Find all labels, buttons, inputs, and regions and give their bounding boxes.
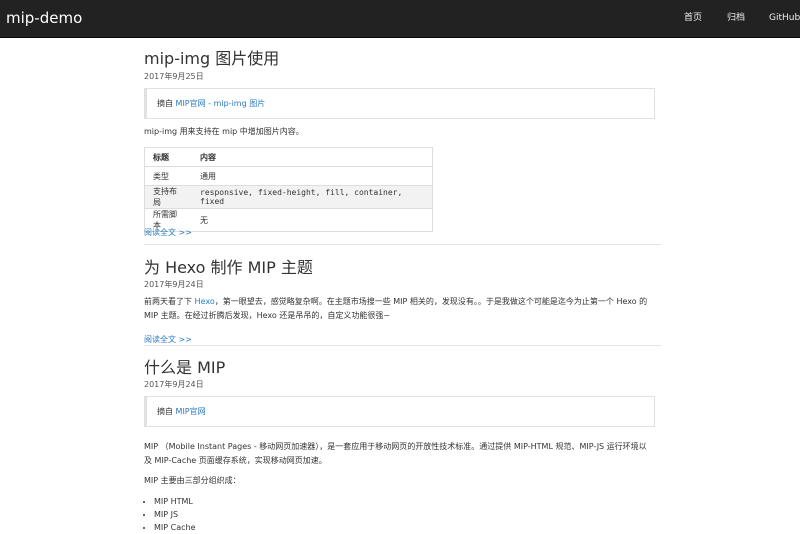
- post-title[interactable]: 什么是 MIP: [144, 358, 225, 378]
- post-description: mip-img 用来支持在 mip 中增加图片内容。: [144, 127, 304, 136]
- table-cell: 类型: [144, 166, 193, 186]
- post-title[interactable]: 为 Hexo 制作 MIP 主题: [144, 258, 313, 278]
- info-table: 标题 内容 类型 通用 支持布局 responsive, fixed-heigh…: [144, 147, 433, 232]
- post-title[interactable]: mip-img 图片使用: [144, 49, 279, 69]
- post-list: mip-img 图片使用 2017年9月25日 摘自 MIP官网 - mip-i…: [144, 38, 661, 534]
- nav-link-archive[interactable]: 归档: [727, 12, 745, 24]
- list-item: MIP Cache: [154, 521, 196, 534]
- table-cell: 通用: [192, 166, 433, 186]
- quote-link[interactable]: MIP官网: [176, 407, 206, 416]
- post-item: 什么是 MIP 2017年9月24日 摘自 MIP官网 MIP （Mobile …: [144, 346, 661, 534]
- table-header-cell: 标题: [153, 152, 169, 162]
- blockquote: 摘自 MIP官网 - mip-img 图片: [144, 88, 655, 119]
- table-row: 类型 通用: [144, 166, 433, 186]
- nav-link-home[interactable]: 首页: [684, 12, 702, 24]
- navbar: mip-demo 首页 归档 GitHub: [0, 0, 800, 38]
- table-cell-code: responsive, fixed-height, fill, containe…: [192, 185, 433, 209]
- table-header-cell: 内容: [200, 152, 217, 162]
- component-list: MIP HTML MIP JS MIP Cache: [144, 495, 196, 534]
- read-more-link[interactable]: 阅读全文 >>: [144, 227, 192, 239]
- post-date: 2017年9月25日: [144, 72, 204, 81]
- table-header-row: 标题 内容: [145, 148, 433, 167]
- hexo-link[interactable]: Hexo: [195, 297, 215, 306]
- quote-prefix: 摘自: [157, 99, 176, 108]
- post-item: mip-img 图片使用 2017年9月25日 摘自 MIP官网 - mip-i…: [144, 38, 661, 245]
- quote-prefix: 摘自: [157, 407, 176, 416]
- quote-link[interactable]: MIP官网 - mip-img 图片: [176, 99, 266, 108]
- brand-link[interactable]: mip-demo: [6, 9, 82, 27]
- excerpt-text: ，第一眼望去，感觉略复杂啊。在主题市场搜一些 MIP 相关的，发现没有。。于是我…: [144, 297, 648, 320]
- nav-link-github[interactable]: GitHub: [769, 12, 800, 24]
- post-paragraph: MIP 主要由三部分组织成：: [144, 476, 241, 485]
- post-paragraph: MIP （Mobile Instant Pages - 移动网页加速器），是一套…: [144, 442, 647, 465]
- table-cell: 支持布局: [144, 185, 193, 209]
- list-item: MIP HTML: [154, 495, 196, 508]
- post-excerpt: 前两天看了下 Hexo，第一眼望去，感觉略复杂啊。在主题市场搜一些 MIP 相关…: [144, 295, 654, 323]
- post-date: 2017年9月24日: [144, 380, 204, 389]
- read-more-link[interactable]: 阅读全文 >>: [144, 334, 192, 346]
- blockquote: 摘自 MIP官网: [144, 396, 655, 427]
- post-item: 为 Hexo 制作 MIP 主题 2017年9月24日 前两天看了下 Hexo，…: [144, 245, 661, 346]
- table-cell: 无: [192, 208, 433, 232]
- post-date: 2017年9月24日: [144, 280, 204, 289]
- excerpt-text: 前两天看了下: [144, 297, 195, 306]
- table-row: 支持布局 responsive, fixed-height, fill, con…: [144, 185, 433, 209]
- list-item: MIP JS: [154, 508, 196, 521]
